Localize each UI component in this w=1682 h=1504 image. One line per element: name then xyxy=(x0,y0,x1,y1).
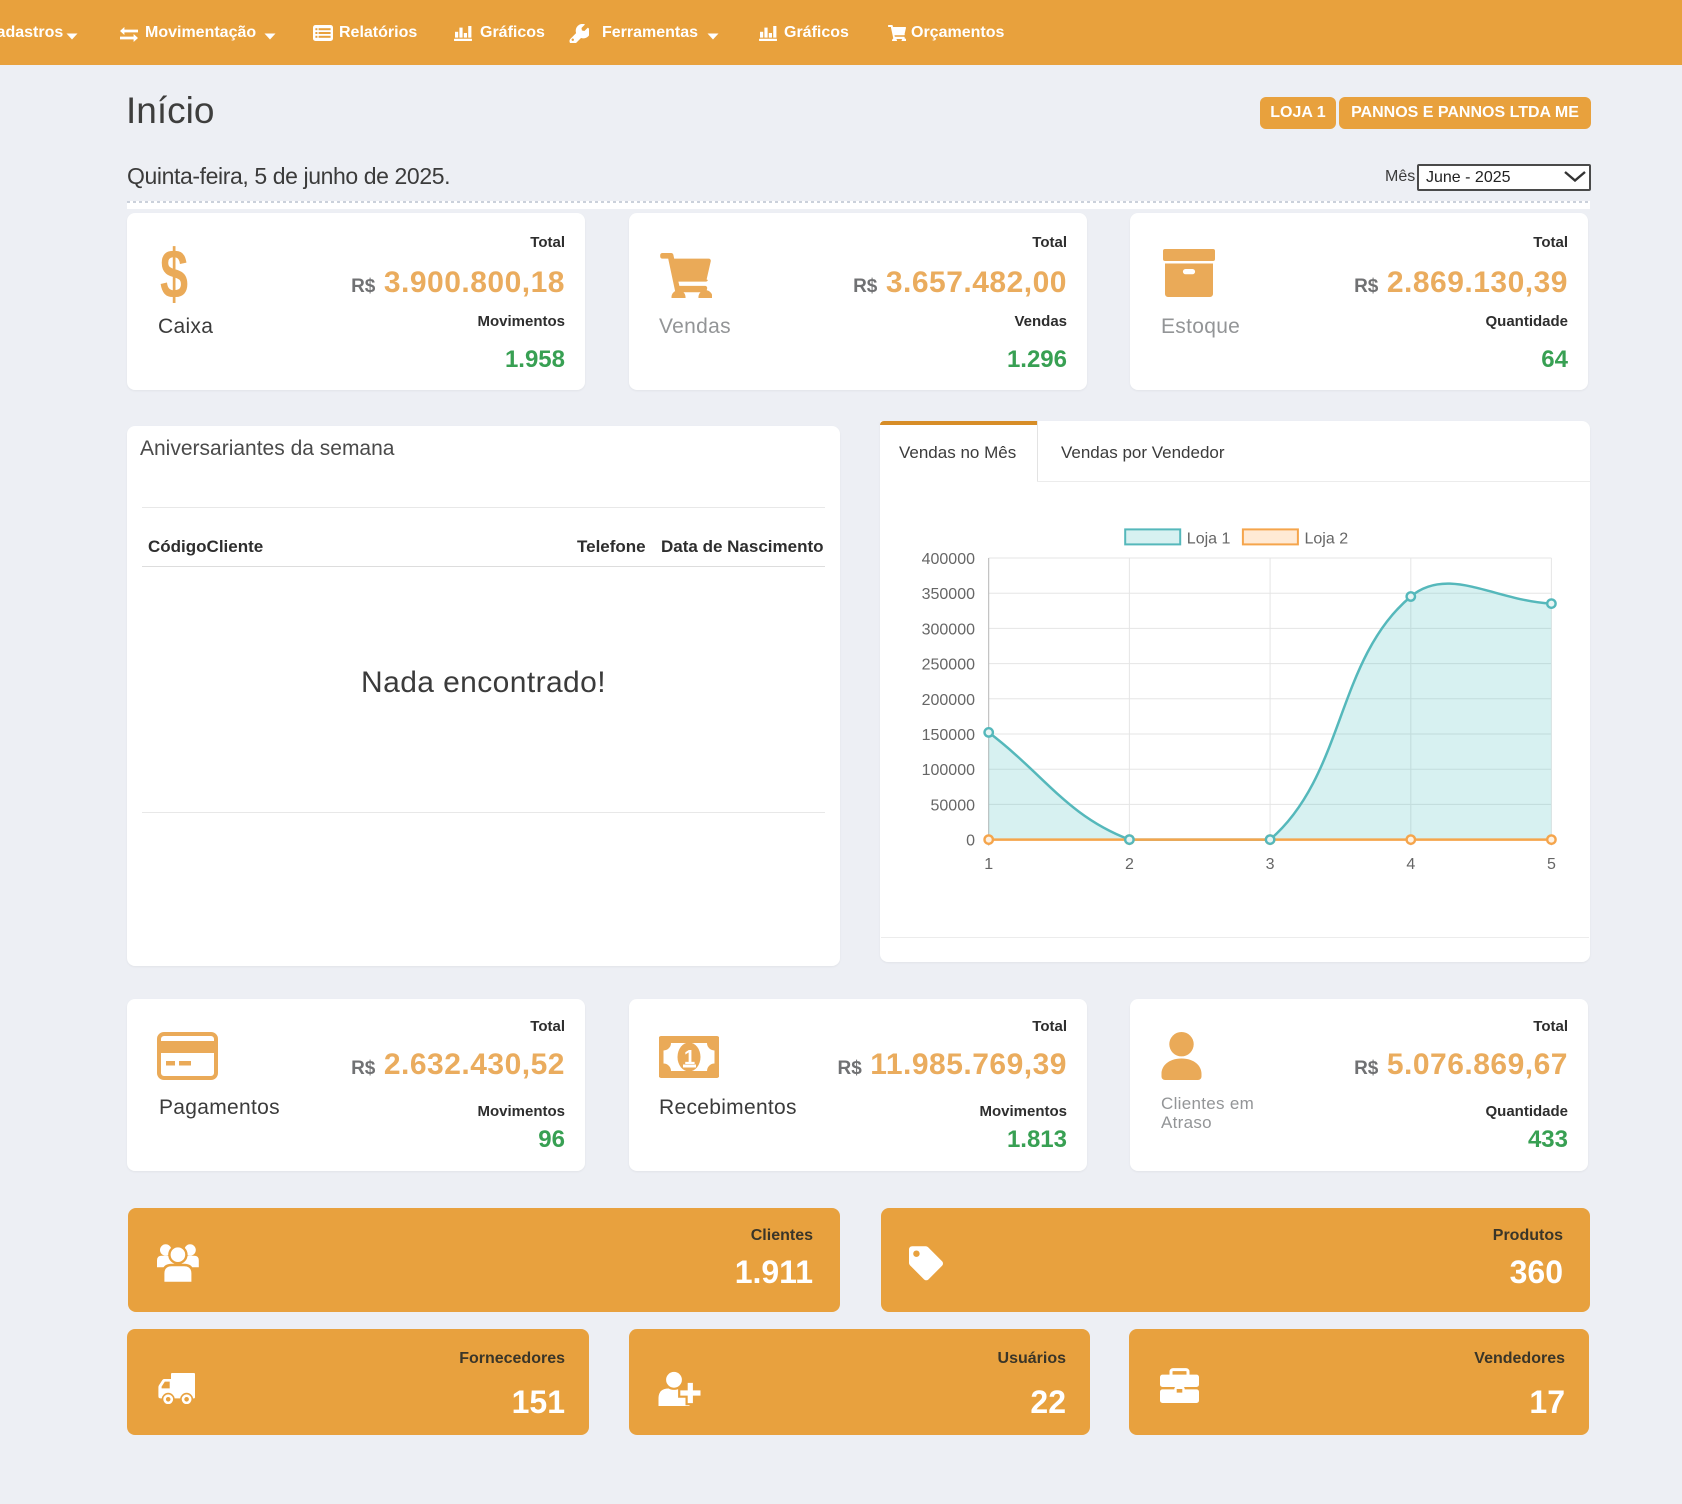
svg-text:2: 2 xyxy=(1125,856,1134,873)
svg-text:Loja 2: Loja 2 xyxy=(1305,531,1349,548)
svg-text:300000: 300000 xyxy=(922,621,975,638)
svg-text:350000: 350000 xyxy=(922,586,975,603)
svg-text:50000: 50000 xyxy=(931,797,976,814)
svg-text:5: 5 xyxy=(1547,856,1556,873)
svg-text:400000: 400000 xyxy=(922,551,975,568)
svg-text:200000: 200000 xyxy=(922,692,975,709)
svg-text:0: 0 xyxy=(966,833,975,850)
svg-text:100000: 100000 xyxy=(922,762,975,779)
svg-text:Loja 1: Loja 1 xyxy=(1187,531,1231,548)
svg-text:1: 1 xyxy=(984,856,993,873)
svg-text:150000: 150000 xyxy=(922,727,975,744)
svg-text:250000: 250000 xyxy=(922,657,975,674)
svg-text:4: 4 xyxy=(1406,856,1415,873)
svg-text:3: 3 xyxy=(1266,856,1275,873)
